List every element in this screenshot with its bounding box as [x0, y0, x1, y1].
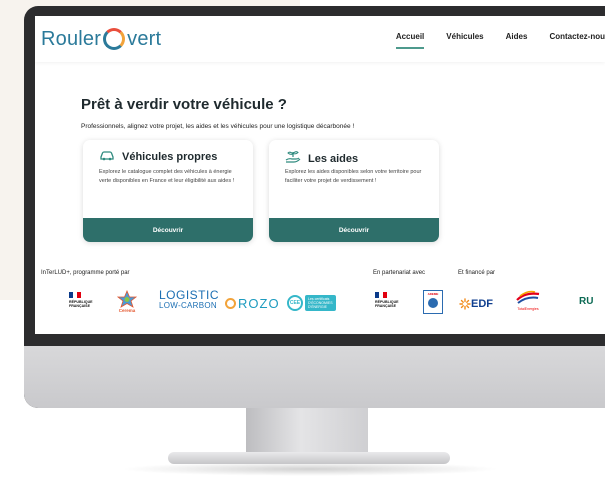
card-description: Explorez les aides disponibles selon vot… [285, 169, 422, 184]
card-description: Explorez le catalogue complet des véhicu… [99, 169, 235, 184]
nav-contact[interactable]: Contactez-nou [549, 32, 605, 41]
totalenergies-swoosh-icon [516, 290, 540, 304]
totalenergies-logo: TotalEnergies [515, 290, 541, 311]
website-screen: Rouler vert Accueil Véhicules Aides Cont… [35, 16, 605, 334]
card-vehicules: Véhicules propres Explorez le catalogue … [83, 140, 253, 242]
stand-shadow [120, 462, 500, 476]
site-logo[interactable]: Rouler vert [41, 25, 161, 53]
main-nav: Accueil Véhicules Aides Contactez-nou [395, 32, 605, 49]
french-flag-icon [69, 292, 81, 298]
logo-text-rouler: Rouler [41, 27, 102, 50]
rozo-ring-icon [225, 298, 236, 309]
funded-label: Et financé par [458, 270, 496, 276]
nav-vehicules[interactable]: Véhicules [446, 32, 483, 41]
discover-aides-button[interactable]: Découvrir [269, 218, 439, 242]
french-flag-icon [375, 292, 387, 298]
ademe-globe-icon [428, 298, 438, 308]
cee-tag: Les certificats D'ÉCONOMIES D'ÉNERGIE [305, 295, 336, 311]
hero-subtitle: Professionnels, alignez votre projet, le… [81, 123, 355, 130]
site-header: Rouler vert Accueil Véhicules Aides Cont… [35, 16, 605, 62]
card-title-text: Les aides [308, 152, 359, 165]
logo-text-vert: vert [127, 27, 162, 50]
ademe-logo: ADEME [423, 290, 443, 314]
logo-o-icon [103, 28, 126, 50]
rul-logo: RU [579, 296, 594, 307]
sprout-hand-icon [285, 150, 301, 167]
rozo-logo: ROZO [225, 296, 280, 311]
cerema-logo: Cerema [109, 286, 145, 316]
monitor-chin [24, 346, 605, 408]
republique-francaise-logo-2: RÉPUBLIQUE FRANÇAISE [375, 292, 399, 308]
card-aides: Les aides Explorez les aides disponibles… [269, 140, 439, 242]
hero-title: Prêt à verdir votre véhicule ? [81, 96, 287, 113]
monitor-base [168, 452, 450, 464]
card-title-text: Véhicules propres [122, 151, 218, 163]
monitor-stand [246, 408, 368, 456]
edf-sun-icon [459, 298, 471, 310]
cerema-star-icon [117, 289, 137, 308]
republique-francaise-logo: RÉPUBLIQUE FRANÇAISE [69, 292, 93, 308]
card-aides-title: Les aides [285, 150, 358, 167]
nav-accueil[interactable]: Accueil [395, 32, 425, 49]
partner-label: En partenariat avec [373, 270, 426, 276]
edf-logo: EDF [459, 298, 493, 310]
cee-logo: CEE Les certificats D'ÉCONOMIES D'ÉNERGI… [287, 295, 336, 311]
logistic-low-carbon-logo: LOGISTIC LOW-CARBON [159, 288, 220, 310]
car-icon [99, 150, 115, 164]
discover-vehicules-button[interactable]: Découvrir [83, 218, 253, 242]
program-label: InTerLUD+, programme porté par [41, 270, 130, 276]
nav-aides[interactable]: Aides [506, 32, 528, 41]
card-vehicules-title: Véhicules propres [99, 150, 217, 164]
